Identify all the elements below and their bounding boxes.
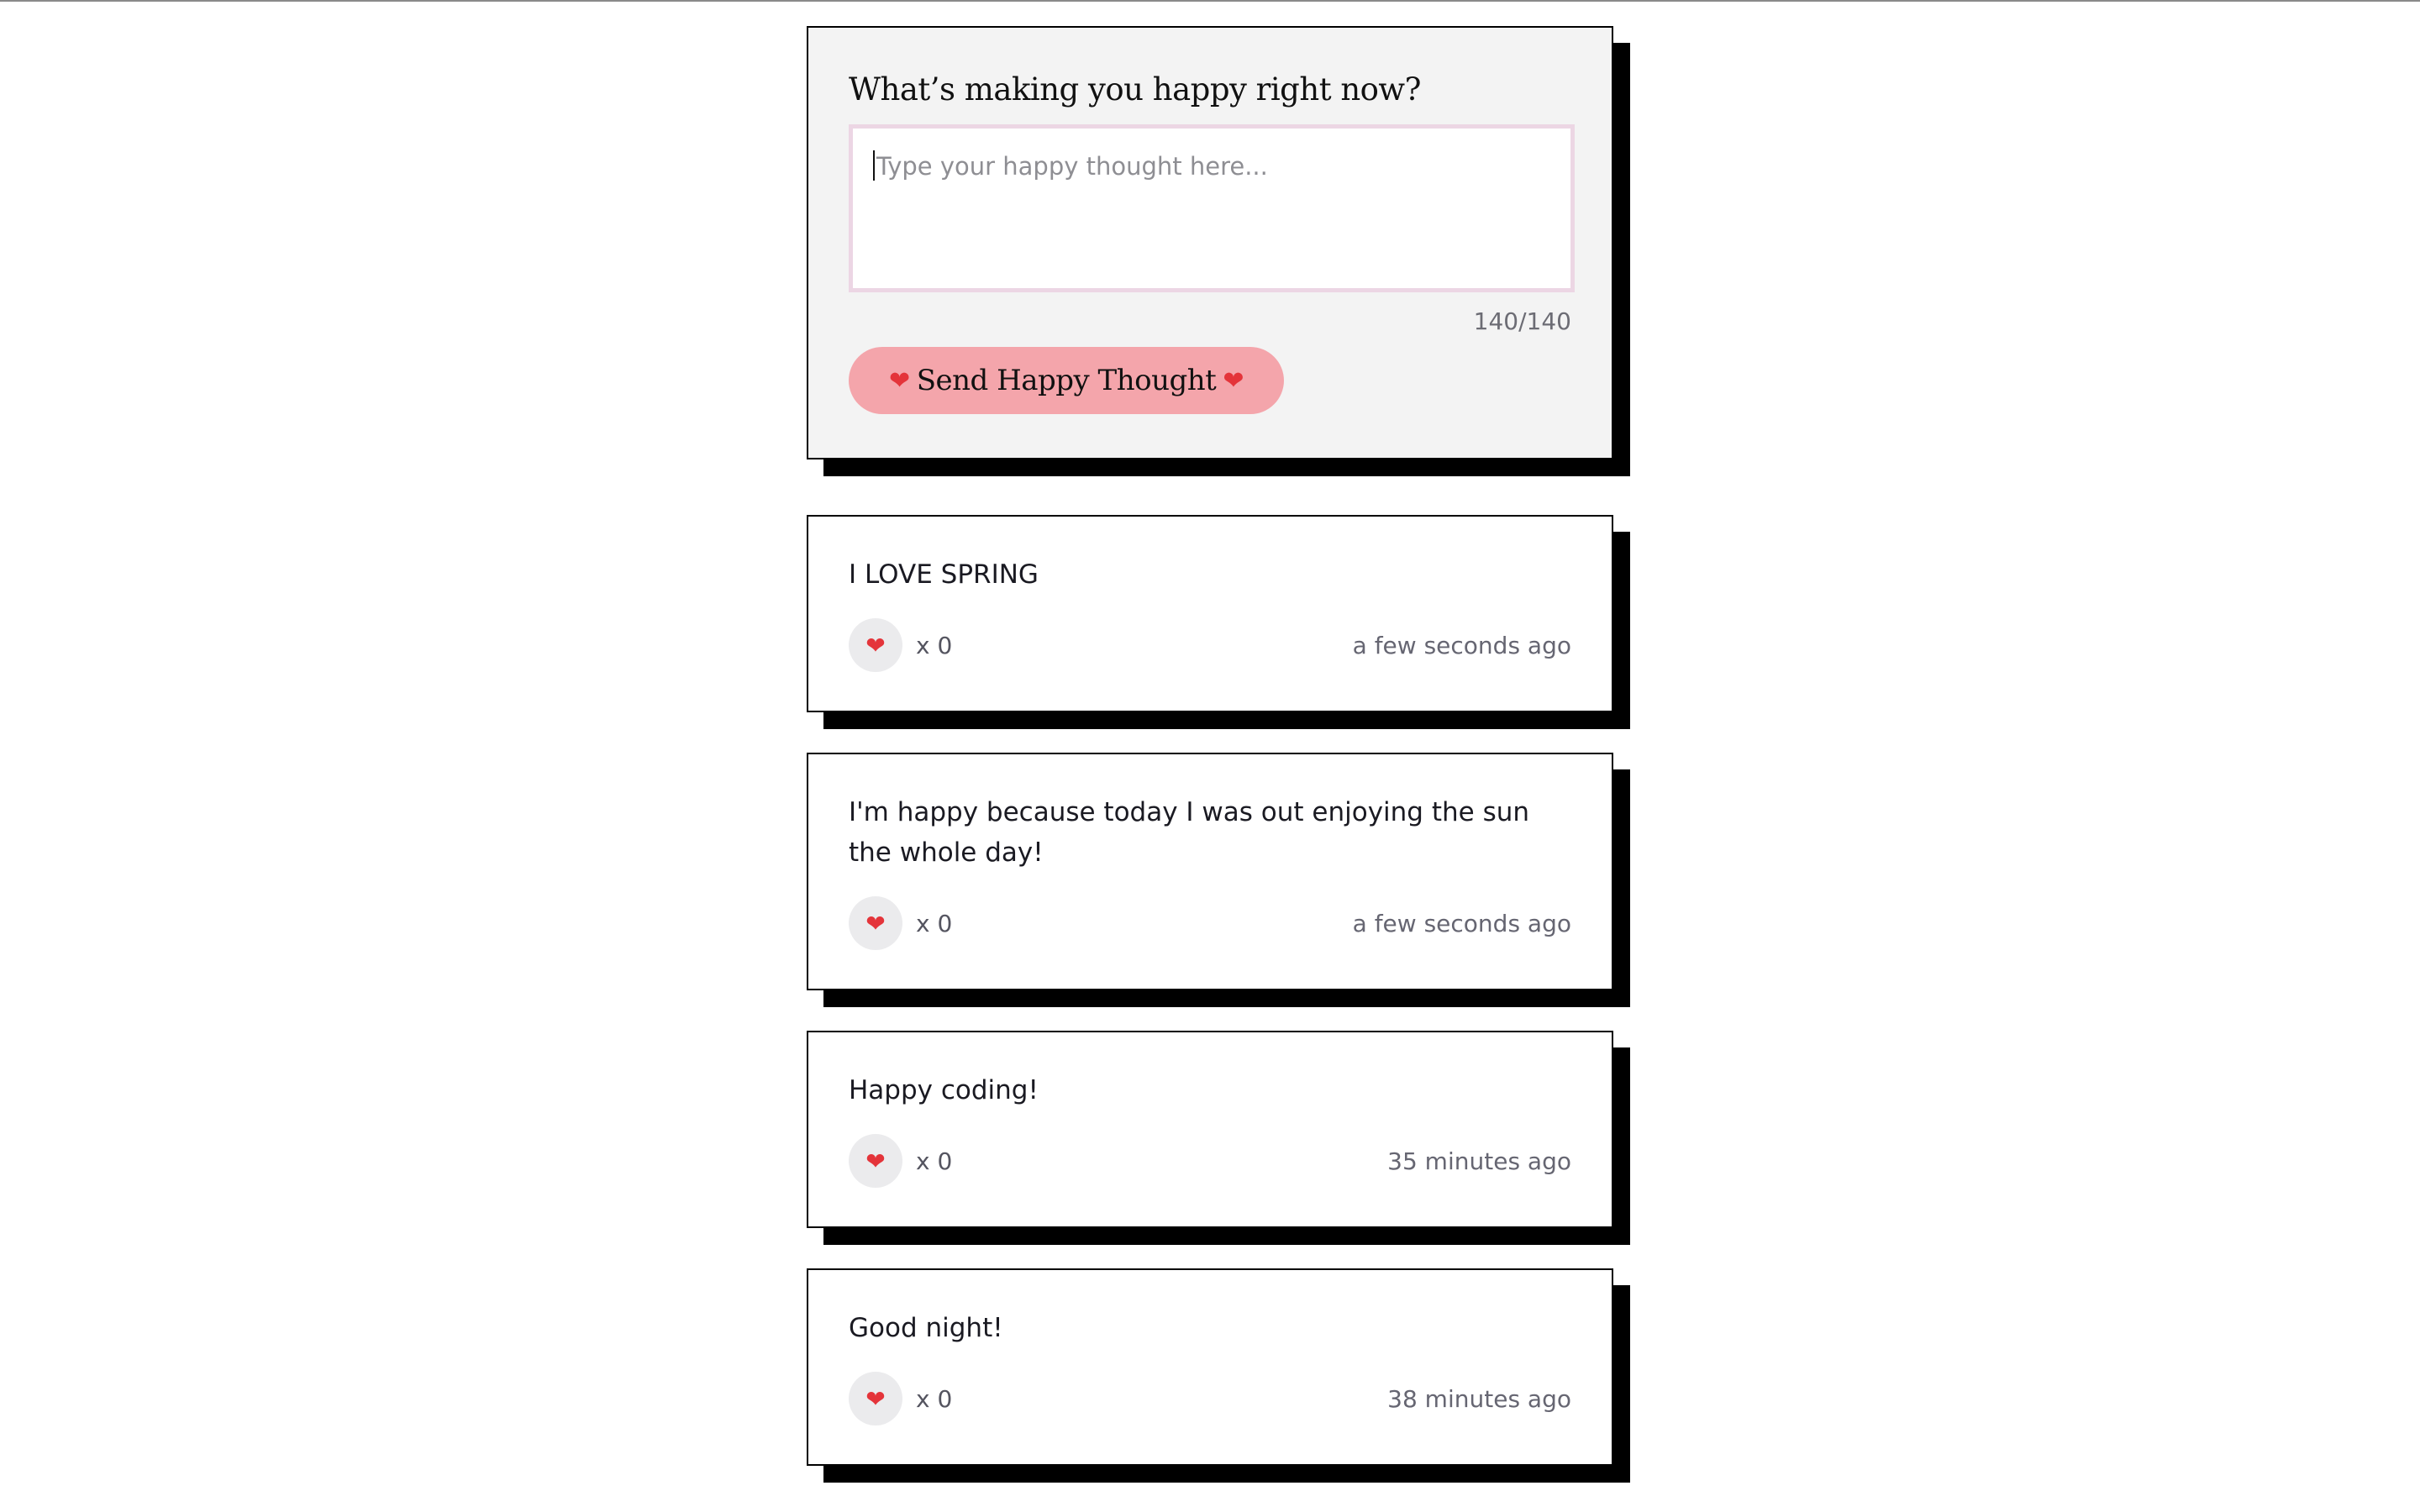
heart-icon: ❤ — [1223, 365, 1244, 396]
happy-thoughts-feed: What’s making you happy right now? Type … — [807, 26, 1613, 1466]
like-group: ❤ x 0 — [849, 1134, 952, 1188]
thought-meta: ❤ x 0 a few seconds ago — [849, 896, 1571, 950]
char-counter: 140/140 — [1473, 307, 1571, 336]
thought-card: Good night! ❤ x 0 38 minutes ago — [807, 1268, 1613, 1466]
thought-message: Happy coding! — [849, 1075, 1039, 1105]
like-group: ❤ x 0 — [849, 618, 952, 672]
like-count: x 0 — [916, 1384, 953, 1413]
form-title: What’s making you happy right now? — [849, 71, 1421, 108]
like-count: x 0 — [916, 631, 953, 659]
thought-timestamp: a few seconds ago — [1352, 909, 1571, 937]
heart-icon: ❤ — [865, 1385, 886, 1412]
thought-timestamp: 38 minutes ago — [1387, 1384, 1571, 1413]
like-button[interactable]: ❤ — [849, 618, 902, 672]
window-top-border — [0, 0, 2420, 2]
thought-card: I LOVE SPRING ❤ x 0 a few seconds ago — [807, 515, 1613, 712]
thought-message: I'm happy because today I was out enjoyi… — [849, 797, 1530, 868]
thought-meta: ❤ x 0 38 minutes ago — [849, 1372, 1571, 1425]
thought-meta: ❤ x 0 35 minutes ago — [849, 1134, 1571, 1188]
new-thought-form: What’s making you happy right now? Type … — [807, 26, 1613, 459]
thought-card: I'm happy because today I was out enjoyi… — [807, 753, 1613, 990]
thought-message: I LOVE SPRING — [849, 559, 1039, 590]
heart-icon: ❤ — [865, 910, 886, 937]
like-group: ❤ x 0 — [849, 1372, 952, 1425]
thought-textarea[interactable]: Type your happy thought here... — [849, 124, 1575, 293]
like-count: x 0 — [916, 1147, 953, 1175]
like-button[interactable]: ❤ — [849, 1372, 902, 1425]
send-thought-button[interactable]: ❤ Send Happy Thought ❤ — [849, 347, 1284, 415]
like-button[interactable]: ❤ — [849, 896, 902, 950]
thought-timestamp: a few seconds ago — [1352, 631, 1571, 659]
thought-card: Happy coding! ❤ x 0 35 minutes ago — [807, 1031, 1613, 1228]
heart-icon: ❤ — [865, 1147, 886, 1174]
heart-icon: ❤ — [889, 365, 910, 396]
like-button[interactable]: ❤ — [849, 1134, 902, 1188]
thought-timestamp: 35 minutes ago — [1387, 1147, 1571, 1175]
like-group: ❤ x 0 — [849, 896, 952, 950]
thought-message: Good night! — [849, 1313, 1003, 1343]
like-count: x 0 — [916, 909, 953, 937]
send-button-label: Send Happy Thought — [916, 364, 1217, 398]
heart-icon: ❤ — [865, 632, 886, 659]
textarea-placeholder: Type your happy thought here... — [876, 152, 1268, 181]
thought-meta: ❤ x 0 a few seconds ago — [849, 618, 1571, 672]
text-cursor — [873, 150, 875, 181]
